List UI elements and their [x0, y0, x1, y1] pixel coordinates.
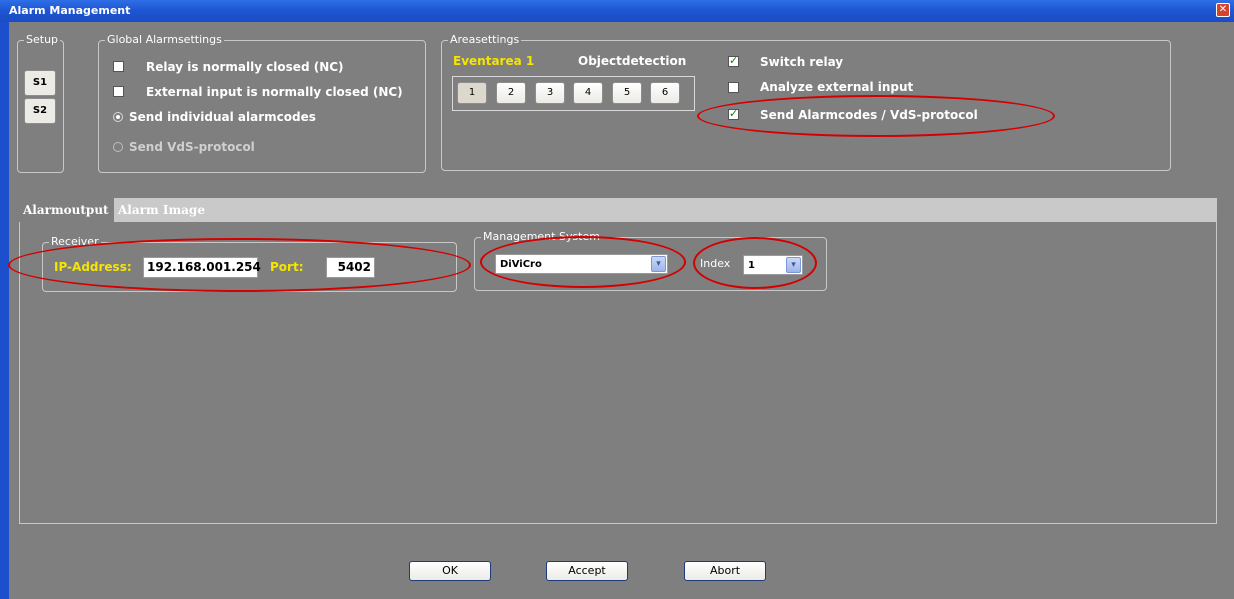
area-button-4[interactable]: 4: [573, 82, 603, 104]
index-label: Index: [700, 257, 731, 270]
external-nc-checkbox[interactable]: [113, 86, 124, 97]
send-vds-label: Send VdS-protocol: [129, 140, 255, 154]
port-input[interactable]: 5402: [326, 257, 375, 278]
send-alarmcodes-label: Send Alarmcodes / VdS-protocol: [760, 108, 978, 122]
send-alarmcodes-checkbox[interactable]: [728, 107, 739, 120]
title-bar: Alarm Management ✕: [0, 0, 1234, 22]
index-select[interactable]: 1 ▾: [743, 255, 803, 275]
receiver-legend: Receiver: [49, 235, 101, 248]
setup-legend: Setup: [24, 33, 61, 46]
setup-s1-button[interactable]: S1: [24, 70, 56, 96]
accept-button[interactable]: Accept: [546, 561, 628, 581]
tab-bar: Alarmoutput Alarm Image: [19, 198, 1217, 222]
chevron-down-icon[interactable]: ▾: [651, 256, 666, 272]
area-button-6[interactable]: 6: [650, 82, 680, 104]
setup-s2-button[interactable]: S2: [24, 98, 56, 124]
index-value: 1: [748, 260, 755, 271]
area-button-5[interactable]: 5: [612, 82, 642, 104]
management-legend: Management System: [481, 230, 602, 243]
relay-nc-checkbox[interactable]: [113, 61, 124, 72]
management-system-select[interactable]: DiViCro ▾: [495, 254, 668, 274]
relay-nc-label: Relay is normally closed (NC): [146, 60, 344, 74]
send-individual-label: Send individual alarmcodes: [129, 110, 316, 124]
port-label: Port:: [270, 260, 304, 274]
window-title: Alarm Management: [9, 4, 131, 17]
analyze-external-checkbox[interactable]: [728, 82, 739, 93]
objectdetection-label: Objectdetection: [578, 54, 687, 68]
ok-button[interactable]: OK: [409, 561, 491, 581]
close-icon[interactable]: ✕: [1216, 3, 1230, 17]
management-system-value: DiViCro: [500, 259, 542, 270]
eventarea-label: Eventarea 1: [453, 54, 535, 68]
send-individual-radio[interactable]: [113, 112, 123, 122]
window-frame-left: [0, 22, 9, 599]
external-nc-label: External input is normally closed (NC): [146, 85, 403, 99]
ip-address-label: IP-Address:: [54, 260, 132, 274]
global-legend: Global Alarmsettings: [105, 33, 224, 46]
area-button-3[interactable]: 3: [535, 82, 565, 104]
send-vds-radio[interactable]: [113, 142, 123, 152]
switch-relay-checkbox[interactable]: [728, 54, 739, 67]
tab-alarmoutput[interactable]: Alarmoutput: [19, 198, 114, 222]
analyze-external-label: Analyze external input: [760, 80, 914, 94]
area-button-1[interactable]: 1: [457, 82, 487, 104]
alarm-management-window: Alarm Management ✕ Setup S1 S2 Global Al…: [0, 0, 1234, 599]
area-button-2[interactable]: 2: [496, 82, 526, 104]
setup-group: Setup S1 S2: [17, 33, 64, 173]
switch-relay-label: Switch relay: [760, 55, 844, 69]
abort-button[interactable]: Abort: [684, 561, 766, 581]
ip-address-input[interactable]: 192.168.001.254: [143, 257, 261, 278]
tab-alarm-image[interactable]: Alarm Image: [114, 198, 209, 222]
chevron-down-icon[interactable]: ▾: [786, 257, 801, 273]
areasettings-legend: Areasettings: [448, 33, 522, 46]
eventarea-button-group: 1 2 3 4 5 6: [452, 76, 695, 111]
